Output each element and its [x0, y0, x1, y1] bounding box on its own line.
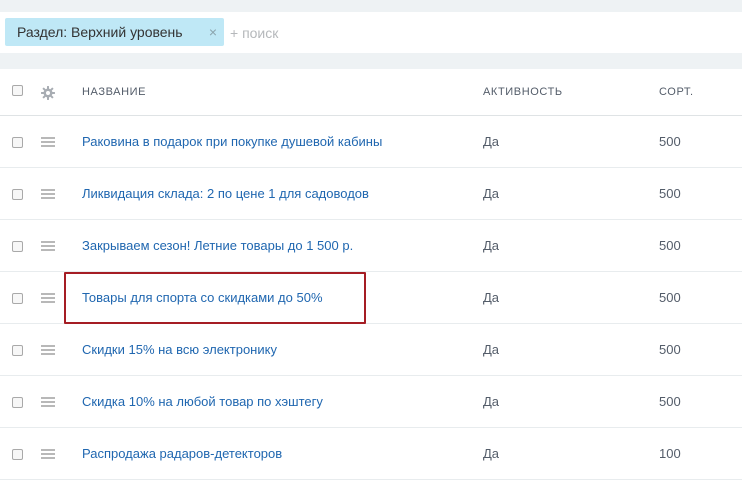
row-sort: 500 [659, 134, 681, 149]
row-name-link[interactable]: Закрываем сезон! Летние товары до 1 500 … [82, 238, 353, 253]
table-row[interactable]: Ликвидация склада: 2 по цене 1 для садов… [0, 168, 742, 220]
drag-handle-icon[interactable] [41, 449, 55, 459]
table-row[interactable]: Раковина в подарок при покупке душевой к… [0, 116, 742, 168]
table-row[interactable]: Закрываем сезон! Летние товары до 1 500 … [0, 220, 742, 272]
row-sort: 500 [659, 238, 681, 253]
gear-icon[interactable] [41, 86, 55, 100]
row-active: Да [483, 290, 500, 305]
row-active: Да [483, 238, 500, 253]
filter-bar: Раздел: Верхний уровень × [0, 12, 742, 53]
row-name-link[interactable]: Скидка 10% на любой товар по хэштегу [82, 394, 323, 409]
row-active: Да [483, 134, 500, 149]
column-header-sort[interactable]: СОРТ. [659, 86, 694, 98]
drag-handle-icon[interactable] [41, 397, 55, 407]
section-filter-chip[interactable]: Раздел: Верхний уровень × [5, 18, 224, 46]
filter-chip-label: Раздел: Верхний уровень [17, 24, 183, 40]
row-sort: 500 [659, 186, 681, 201]
select-all-checkbox[interactable] [12, 85, 23, 96]
row-checkbox[interactable] [12, 241, 23, 252]
row-name-link[interactable]: Распродажа радаров-детекторов [82, 446, 282, 461]
column-header-active[interactable]: АКТИВНОСТЬ [483, 86, 563, 98]
row-checkbox[interactable] [12, 137, 23, 148]
drag-handle-icon[interactable] [41, 189, 55, 199]
row-active: Да [483, 342, 500, 357]
row-checkbox[interactable] [12, 189, 23, 200]
drag-handle-icon[interactable] [41, 293, 55, 303]
table-row[interactable]: Распродажа радаров-детекторов Да 100 [0, 428, 742, 480]
row-sort: 500 [659, 290, 681, 305]
table-row[interactable]: Скидки 15% на всю электронику Да 500 [0, 324, 742, 376]
row-highlight-frame [64, 272, 366, 324]
drag-handle-icon[interactable] [41, 241, 55, 251]
row-checkbox[interactable] [12, 449, 23, 460]
drag-handle-icon[interactable] [41, 137, 55, 147]
row-sort: 100 [659, 446, 681, 461]
row-sort: 500 [659, 394, 681, 409]
row-active: Да [483, 446, 500, 461]
row-checkbox[interactable] [12, 293, 23, 304]
row-active: Да [483, 394, 500, 409]
close-icon[interactable]: × [209, 24, 217, 40]
row-checkbox[interactable] [12, 345, 23, 356]
row-name-link[interactable]: Раковина в подарок при покупке душевой к… [82, 134, 382, 149]
row-name-link[interactable]: Скидки 15% на всю электронику [82, 342, 277, 357]
drag-handle-icon[interactable] [41, 345, 55, 355]
row-checkbox[interactable] [12, 397, 23, 408]
row-active: Да [483, 186, 500, 201]
table-row[interactable]: Скидка 10% на любой товар по хэштегу Да … [0, 376, 742, 428]
search-input[interactable] [230, 23, 530, 43]
column-header-name[interactable]: НАЗВАНИЕ [82, 86, 146, 98]
row-name-link[interactable]: Ликвидация склада: 2 по цене 1 для садов… [82, 186, 369, 201]
row-sort: 500 [659, 342, 681, 357]
table-header: НАЗВАНИЕ АКТИВНОСТЬ СОРТ. [0, 69, 742, 116]
